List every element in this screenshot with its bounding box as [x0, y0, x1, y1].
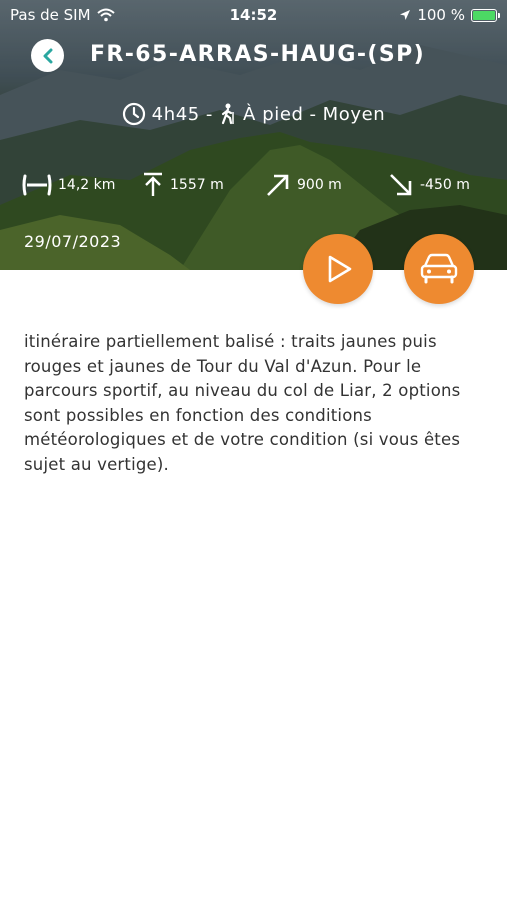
stat-distance: 14,2 km	[22, 168, 115, 202]
ascent-arrow-icon	[267, 174, 289, 196]
play-icon	[328, 255, 352, 283]
directions-car-button[interactable]	[404, 234, 474, 304]
hiker-icon	[221, 103, 234, 125]
descent-text: -450 m	[420, 177, 470, 193]
hero-banner	[0, 0, 507, 270]
page-title: FR-65-ARRAS-HAUG-(SP)	[90, 42, 426, 67]
status-bar: Pas de SIM 14:52 100 %	[0, 0, 507, 30]
back-button[interactable]	[31, 39, 64, 72]
meta-separator: -	[205, 103, 213, 125]
hike-description: itinéraire partiellement balisé : traits…	[24, 332, 461, 474]
descent-arrow-icon	[390, 174, 412, 196]
car-icon	[420, 253, 458, 284]
status-right: 100 %	[399, 6, 500, 24]
chevron-left-icon	[43, 48, 52, 63]
clock-icon	[122, 102, 145, 126]
ascent-text: 900 m	[297, 177, 342, 193]
stat-descent: -450 m	[388, 168, 470, 202]
stat-ascent: 900 m	[265, 168, 342, 202]
hike-stats: 14,2 km 1557 m 900 m -450 m	[22, 168, 492, 202]
hike-meta: 4h45 - À pied - Moyen	[0, 102, 507, 126]
battery-icon	[471, 8, 500, 22]
meta-separator-2: -	[309, 103, 317, 125]
max-altitude-icon	[144, 172, 162, 196]
battery-percent: 100 %	[417, 6, 465, 24]
difficulty-text: Moyen	[322, 103, 386, 125]
hike-date: 29/07/2023	[24, 232, 122, 251]
duration-text: 4h45	[151, 103, 200, 125]
mode-text: À pied	[242, 103, 304, 125]
play-button[interactable]	[303, 234, 373, 304]
distance-text: 14,2 km	[58, 177, 116, 193]
distance-icon	[22, 174, 52, 196]
location-arrow-icon	[400, 10, 411, 20]
stat-max-altitude: 1557 m	[142, 168, 224, 202]
max-altitude-text: 1557 m	[170, 177, 224, 193]
